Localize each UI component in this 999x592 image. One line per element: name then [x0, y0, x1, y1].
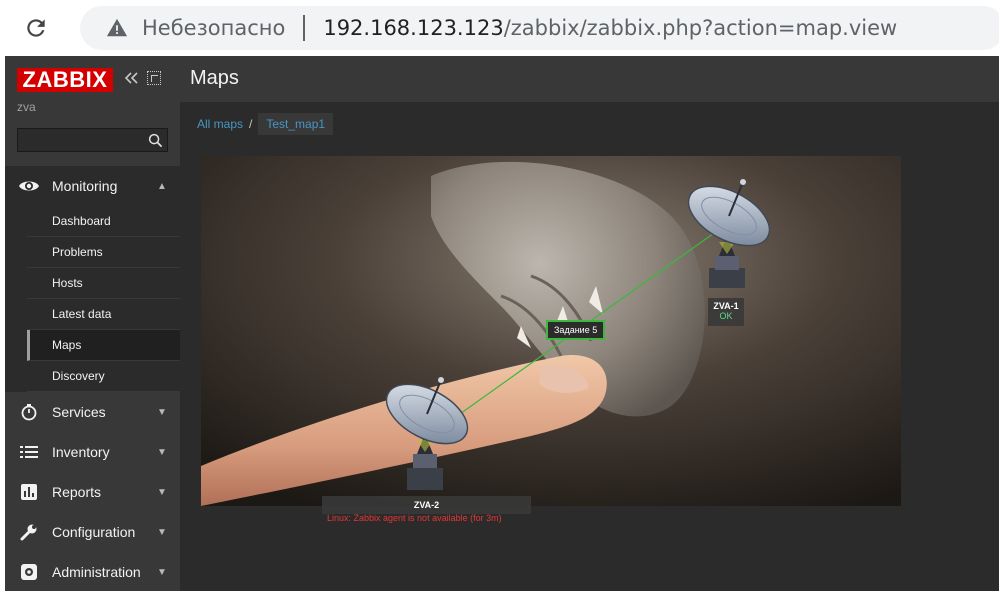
chevron-down-icon: ▼ [157, 486, 167, 498]
chevron-down-icon: ▼ [157, 446, 167, 458]
menu-monitoring[interactable]: Monitoring ▲ [5, 166, 180, 206]
sidebar: ZABBIX zva Monitoring ▲ Dashboard Proble… [5, 56, 180, 591]
host-problem-text: Linux: Zabbix agent is not available (fo… [327, 513, 502, 523]
search-box [17, 128, 168, 152]
chevron-down-icon: ▼ [157, 566, 167, 578]
menu-label-inventory: Inventory [52, 444, 110, 460]
kiosk-mode-button[interactable] [147, 71, 161, 85]
main-content: Maps All maps / Test_map1 ZVA-1 OK ZVA-2… [180, 56, 999, 591]
menu-label-reports: Reports [52, 484, 102, 500]
list-icon [18, 441, 40, 463]
host-label-zva-1: ZVA-1 OK [708, 298, 744, 326]
eye-icon [18, 175, 40, 197]
chevron-up-icon: ▲ [157, 180, 167, 192]
server-name: zva [17, 100, 36, 114]
menu-services[interactable]: Services ▼ [5, 392, 180, 432]
chevron-down-icon: ▼ [157, 526, 167, 538]
menu-reports[interactable]: Reports ▼ [5, 472, 180, 512]
breadcrumb-separator: / [249, 117, 253, 131]
host-label-zva-2: ZVA-2 [322, 496, 531, 514]
submenu-problems[interactable]: Problems [27, 237, 180, 268]
zabbix-app: ZABBIX zva Monitoring ▲ Dashboard Proble… [0, 56, 999, 591]
menu-label-administration: Administration [52, 564, 141, 580]
search-input[interactable] [18, 129, 146, 151]
address-divider [303, 15, 306, 41]
breadcrumb-current-map[interactable]: Test_map1 [258, 113, 334, 135]
url-host: 192.168.123.123 [323, 16, 504, 40]
menu-label-services: Services [52, 404, 106, 420]
browser-toolbar: Небезопасно 192.168.123.123/zabbix/zabbi… [0, 0, 999, 56]
page-header: Maps [180, 56, 999, 102]
menu-label-configuration: Configuration [52, 524, 136, 540]
address-bar[interactable]: Небезопасно 192.168.123.123/zabbix/zabbi… [80, 6, 999, 50]
host-status: OK [719, 311, 733, 321]
stopwatch-icon [18, 401, 40, 423]
reload-button[interactable] [20, 12, 52, 44]
submenu-dashboard[interactable]: Dashboard [27, 206, 180, 237]
menu-administration[interactable]: Administration ▼ [5, 552, 180, 592]
main-menu: Monitoring ▲ Dashboard Problems Hosts La… [5, 166, 180, 592]
wrench-icon [18, 521, 40, 543]
submenu-hosts[interactable]: Hosts [27, 268, 180, 299]
security-label[interactable]: Небезопасно [142, 16, 285, 40]
menu-configuration[interactable]: Configuration ▼ [5, 512, 180, 552]
search-icon[interactable] [148, 133, 163, 148]
gear-icon [18, 561, 40, 583]
breadcrumb: All maps / Test_map1 [197, 112, 334, 136]
submenu-maps[interactable]: Maps [27, 330, 180, 361]
double-chevron-left-icon [124, 72, 138, 84]
host-name: ZVA-2 [413, 500, 440, 510]
bar-chart-icon [18, 481, 40, 503]
menu-inventory[interactable]: Inventory ▼ [5, 432, 180, 472]
monitoring-submenu: Dashboard Problems Hosts Latest data Map… [5, 206, 180, 392]
reload-icon [27, 19, 45, 37]
satellite-dish-icon[interactable] [377, 370, 473, 494]
warning-icon [106, 18, 128, 37]
host-name: ZVA-1 [713, 301, 739, 311]
zabbix-logo[interactable]: ZABBIX [17, 68, 113, 92]
menu-label-monitoring: Monitoring [52, 178, 118, 194]
submenu-discovery[interactable]: Discovery [27, 361, 180, 392]
page-title: Maps [190, 67, 239, 89]
submenu-latest-data[interactable]: Latest data [27, 299, 180, 330]
map-content: All maps / Test_map1 ZVA-1 OK ZVA-2 Linu… [190, 102, 999, 591]
network-map[interactable]: ZVA-1 OK ZVA-2 Linux: Zabbix agent is no… [201, 156, 901, 523]
chevron-down-icon: ▼ [157, 406, 167, 418]
collapse-sidebar-button[interactable] [123, 70, 139, 86]
map-link-label: Задание 5 [546, 320, 606, 340]
breadcrumb-all-maps[interactable]: All maps [197, 117, 243, 131]
url-path: /zabbix/zabbix.php?action=map.view [503, 16, 898, 40]
satellite-dish-icon[interactable] [679, 176, 775, 296]
